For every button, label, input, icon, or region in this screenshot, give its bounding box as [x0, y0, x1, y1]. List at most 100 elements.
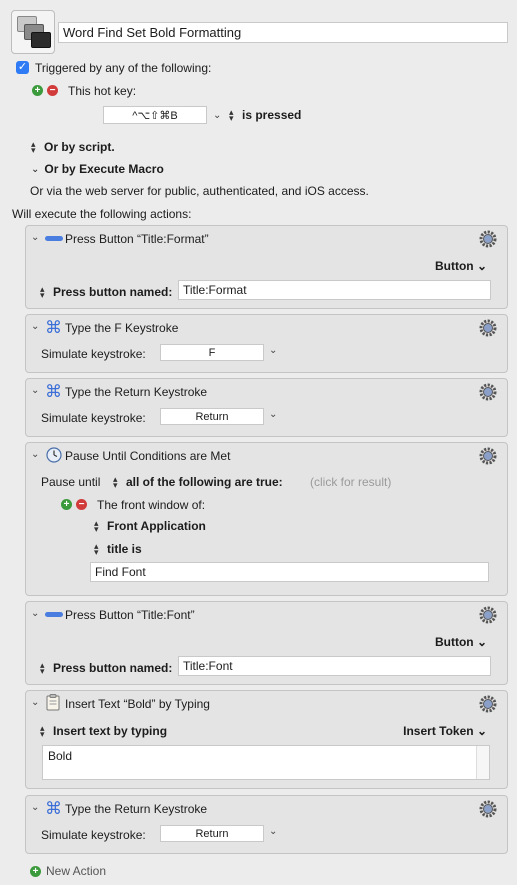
- collapse-chevron-icon[interactable]: ⌄: [31, 321, 39, 332]
- web-server-text: Or via the web server for public, authen…: [30, 184, 369, 198]
- gear-icon[interactable]: [479, 447, 497, 465]
- title-value-field[interactable]: Find Font: [90, 562, 489, 582]
- field-label: Simulate keystroke:: [41, 411, 146, 425]
- title-is-label: title is: [107, 542, 142, 556]
- gear-icon[interactable]: [479, 606, 497, 624]
- field-label: Simulate keystroke:: [41, 828, 146, 842]
- field-label: Press button named:: [53, 661, 173, 675]
- chevron-down-icon: ⌄: [31, 163, 40, 175]
- title-is-select[interactable]: ▴ ▾ title is: [94, 541, 142, 557]
- click-for-result[interactable]: (click for result): [310, 475, 391, 489]
- action-type-return-keystroke[interactable]: ⌄ ⌘ Type the Return Keystroke Simulate k…: [25, 378, 508, 437]
- updown-icon: ▴ ▾: [31, 139, 36, 155]
- updown-icon: ▴ ▾: [94, 541, 99, 557]
- collapse-chevron-icon[interactable]: ⌄: [31, 802, 39, 813]
- updown-icon: ▴ ▾: [40, 723, 45, 739]
- gear-icon[interactable]: [479, 800, 497, 818]
- press-button-icon: [45, 612, 63, 617]
- action-title: Pause Until Conditions are Met: [65, 449, 231, 463]
- collapse-chevron-icon[interactable]: ⌄: [31, 697, 39, 708]
- field-label: Simulate keystroke:: [41, 347, 146, 361]
- action-type-f-keystroke[interactable]: ⌄ ⌘ Type the F Keystroke Simulate keystr…: [25, 314, 508, 373]
- action-pause-until[interactable]: ⌄ Pause Until Conditions are Met Pause u…: [25, 442, 508, 596]
- collapse-chevron-icon[interactable]: ⌄: [31, 608, 39, 619]
- press-button-named-select[interactable]: ▴ ▾ Press button named:: [40, 660, 173, 676]
- insert-mode-label: Insert text by typing: [53, 724, 168, 738]
- hotkey-condition-select[interactable]: ▴ ▾ is pressed: [229, 107, 302, 123]
- action-title: Type the Return Keystroke: [65, 385, 208, 399]
- command-key-icon: ⌘: [45, 382, 62, 402]
- insert-token-label: Insert Token: [403, 724, 474, 738]
- hotkey-condition-label: is pressed: [242, 108, 302, 122]
- mode-label: Button: [434, 259, 474, 273]
- macro-name-field[interactable]: Word Find Set Bold Formatting: [58, 22, 508, 43]
- hotkey-dropdown-icon[interactable]: ⌄: [213, 110, 221, 121]
- new-action-label: New Action: [46, 864, 107, 878]
- mode-label: Button: [434, 635, 474, 649]
- command-key-icon: ⌘: [45, 799, 62, 819]
- updown-icon: ▴ ▾: [94, 518, 99, 534]
- hotkey-label: This hot key:: [68, 84, 137, 98]
- press-button-icon: [45, 236, 63, 241]
- macro-icon[interactable]: [11, 10, 55, 54]
- collapse-chevron-icon[interactable]: ⌄: [31, 449, 39, 460]
- pause-until-label: Pause until: [41, 475, 101, 489]
- new-action-button[interactable]: + New Action: [30, 864, 106, 878]
- updown-icon: ▴ ▾: [40, 660, 45, 676]
- action-press-button-format[interactable]: ⌄ Press Button “Title:Format” Button ⌄ ▴…: [25, 225, 508, 309]
- keystroke-dropdown-icon[interactable]: ⌄: [269, 345, 277, 356]
- hotkey-field[interactable]: ^⌥⇧⌘B: [103, 106, 207, 124]
- front-application-select[interactable]: ▴ ▾ Front Application: [94, 518, 206, 534]
- action-title: Insert Text “Bold” by Typing: [65, 697, 210, 711]
- condition-mode-label: all of the following are true:: [126, 475, 283, 489]
- text-scrollbar[interactable]: [476, 746, 489, 779]
- front-window-label: The front window of:: [97, 498, 206, 512]
- action-press-button-font[interactable]: ⌄ Press Button “Title:Font” Button ⌄ ▴ ▾ …: [25, 601, 508, 685]
- keystroke-field[interactable]: Return: [160, 408, 264, 425]
- collapse-chevron-icon[interactable]: ⌄: [31, 385, 39, 396]
- remove-condition-icon[interactable]: −: [76, 499, 87, 510]
- insert-token-button[interactable]: Insert Token ⌄: [403, 724, 487, 738]
- button-name-field[interactable]: Title:Format: [178, 280, 491, 300]
- triggered-checkbox[interactable]: ✓: [16, 61, 29, 74]
- action-title: Type the F Keystroke: [65, 321, 179, 335]
- clipboard-icon: [46, 694, 60, 711]
- press-button-named-select[interactable]: ▴ ▾ Press button named:: [40, 284, 172, 300]
- button-name-field[interactable]: Title:Font: [178, 656, 491, 676]
- keystroke-field[interactable]: Return: [160, 825, 264, 842]
- updown-icon: ▴ ▾: [40, 284, 45, 300]
- action-insert-text[interactable]: ⌄ Insert Text “Bold” by Typing ▴ ▾ Insert…: [25, 690, 508, 789]
- gear-icon[interactable]: [479, 230, 497, 248]
- command-key-icon: ⌘: [45, 318, 62, 338]
- updown-icon: ▴ ▾: [113, 474, 118, 490]
- keystroke-dropdown-icon[interactable]: ⌄: [269, 409, 277, 420]
- will-execute-label: Will execute the following actions:: [12, 207, 192, 221]
- clock-icon: [46, 447, 62, 463]
- or-by-script[interactable]: ▴ ▾ Or by script.: [31, 139, 115, 155]
- add-action-icon: +: [30, 865, 41, 877]
- keystroke-dropdown-icon[interactable]: ⌄: [269, 826, 277, 837]
- add-condition-icon[interactable]: +: [61, 499, 72, 510]
- text-area[interactable]: Bold: [42, 745, 490, 780]
- action-title: Press Button “Title:Font”: [65, 608, 195, 622]
- mode-select[interactable]: Button ⌄: [435, 635, 487, 649]
- action-title: Press Button “Title:Format”: [65, 232, 209, 246]
- gear-icon[interactable]: [479, 319, 497, 337]
- mode-select[interactable]: Button ⌄: [435, 259, 487, 273]
- collapse-chevron-icon[interactable]: ⌄: [31, 232, 39, 243]
- insert-mode-select[interactable]: ▴ ▾ Insert text by typing: [40, 723, 168, 739]
- add-trigger-icon[interactable]: +: [32, 85, 43, 96]
- text-area-value: Bold: [48, 749, 73, 763]
- front-application-label: Front Application: [107, 519, 206, 533]
- gear-icon[interactable]: [479, 383, 497, 401]
- action-type-return-keystroke-2[interactable]: ⌄ ⌘ Type the Return Keystroke Simulate k…: [25, 795, 508, 854]
- remove-trigger-icon[interactable]: −: [47, 85, 58, 96]
- gear-icon[interactable]: [479, 695, 497, 713]
- keystroke-field[interactable]: F: [160, 344, 264, 361]
- condition-mode-select[interactable]: ▴ ▾ all of the following are true:: [113, 474, 283, 490]
- or-by-script-label: Or by script.: [44, 140, 115, 154]
- action-title: Type the Return Keystroke: [65, 802, 208, 816]
- updown-icon: ▴ ▾: [229, 107, 234, 123]
- or-by-execute-macro[interactable]: ⌄ Or by Execute Macro: [31, 162, 164, 176]
- triggered-label: Triggered by any of the following:: [35, 61, 212, 75]
